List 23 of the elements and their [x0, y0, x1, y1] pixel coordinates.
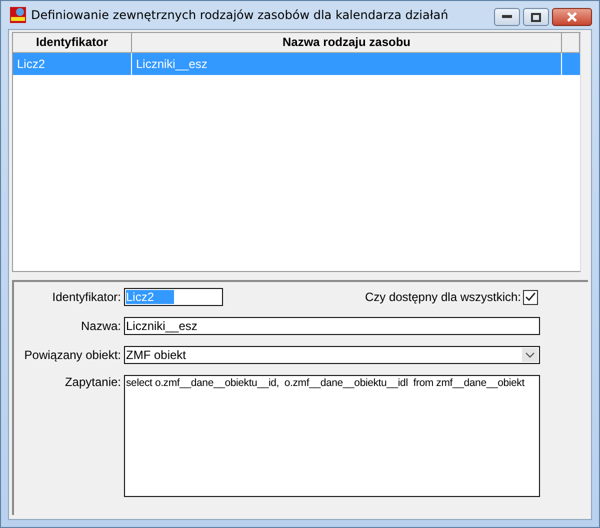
field-label: Nazwa: — [80, 319, 122, 333]
field-label: Powiązany obiekt: — [23, 348, 122, 362]
field-label: Czy dostępny dla wszystkich: — [364, 290, 521, 304]
app-icon — [10, 7, 26, 23]
maximize-icon — [531, 12, 541, 22]
column-header[interactable]: Nazwa rodzaju zasobu — [132, 33, 562, 52]
close-button[interactable] — [552, 8, 592, 26]
column-header[interactable]: Identyfikator — [13, 33, 132, 52]
checkbox[interactable] — [523, 290, 538, 304]
close-icon — [566, 12, 578, 22]
minimize-icon — [502, 15, 512, 19]
minimize-button[interactable] — [494, 8, 520, 26]
chevron-down-icon — [522, 348, 538, 362]
table-cell: Licz2 — [13, 53, 132, 75]
field-label: Zapytanie: — [64, 375, 122, 389]
text-area[interactable]: select o.zmf__dane__obiektu__id, o.zmf__dane__obiektu__idl from zmf__dane__obiekt — [124, 375, 540, 497]
field-label: Identyfikator: — [51, 290, 122, 304]
table-cell: Liczniki__esz — [132, 53, 562, 75]
input-field[interactable]: Liczniki__esz — [124, 317, 540, 335]
maximize-button[interactable] — [523, 8, 549, 26]
field-value: Licz2 — [126, 290, 174, 304]
window-title: Definiowanie zewnętrznych rodzajów zasobów dla kalendarza działań — [31, 8, 448, 22]
dropdown[interactable]: ZMF obiekt — [124, 346, 540, 364]
